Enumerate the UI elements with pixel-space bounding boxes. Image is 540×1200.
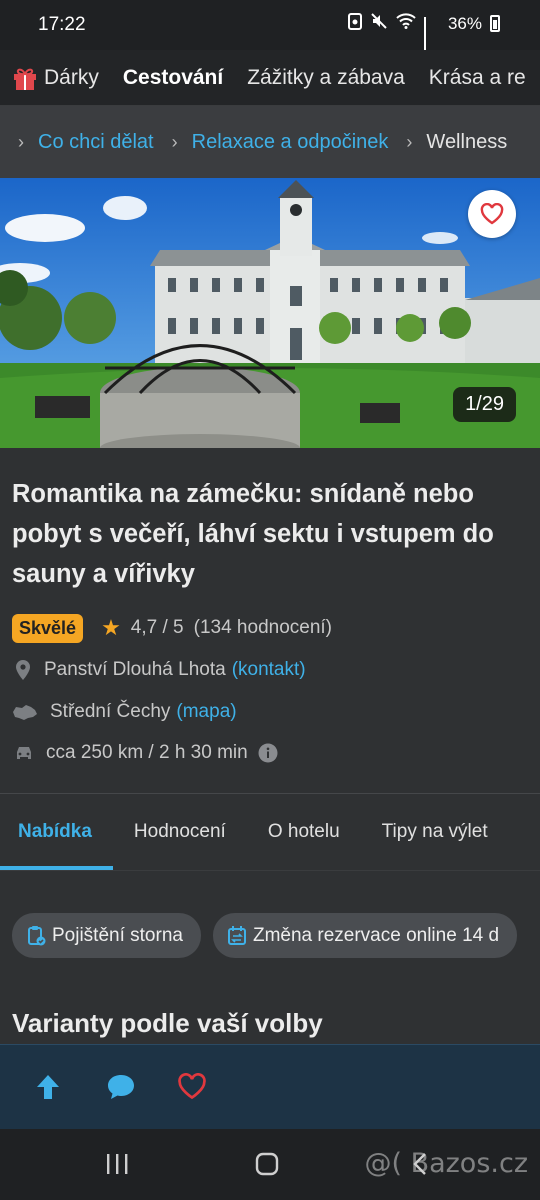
breadcrumb: › Co chci dělat › Relaxace a odpočinek ›… (0, 106, 540, 178)
chevron-right-icon: › (171, 131, 178, 152)
czech-map-icon (13, 705, 37, 720)
tab-nabidka[interactable]: Nabídka (0, 794, 113, 870)
favorite-button[interactable] (468, 190, 516, 238)
favorites-button[interactable] (177, 1073, 207, 1105)
home-icon (255, 1152, 279, 1176)
bottom-action-bar (0, 1044, 540, 1129)
quality-badge: Skvělé (12, 613, 84, 643)
rating-row: Skvělé ★ 4,7 / 5 (134 hodnocení) (12, 613, 332, 643)
mute-icon (370, 12, 388, 35)
wifi-icon (396, 13, 416, 34)
battery-icon (490, 15, 500, 32)
gallery-counter: 1/29 (453, 387, 516, 422)
distance-text: cca 250 km / 2 h 30 min (46, 742, 248, 763)
chip-label: Změna rezervace online 14 d (252, 924, 500, 946)
offer-title: Romantika na zámečku: snídaně nebo pobyt… (12, 480, 494, 588)
category-krasa[interactable]: Krása a re (417, 66, 538, 90)
status-time: 17:22 (38, 14, 86, 35)
chip-online-change[interactable]: Změna rezervace online 14 d (212, 913, 518, 958)
heart-icon (178, 1073, 206, 1100)
info-icon[interactable] (258, 743, 278, 763)
tab-tipy-na-vylet[interactable]: Tipy na výlet (361, 794, 509, 870)
watermark: @( Bazos.cz (364, 1148, 528, 1179)
insurance-icon (28, 925, 46, 945)
star-icon: ★ (101, 615, 121, 640)
chat-button[interactable] (106, 1073, 136, 1106)
tabs-divider (0, 870, 540, 871)
recycle-icon (347, 12, 362, 35)
region-name: Střední Čechy (50, 701, 171, 722)
chat-bubble-icon (108, 1075, 134, 1099)
tab-hodnoceni[interactable]: Hodnocení (113, 794, 247, 870)
signal-icon (423, 16, 440, 52)
category-zazitky[interactable]: Zážitky a zábava (235, 66, 417, 90)
status-icons: 36% (347, 12, 500, 52)
region-row: Střední Čechy (mapa) (12, 698, 237, 726)
tab-o-hotelu[interactable]: O hotelu (247, 794, 361, 870)
map-link[interactable]: (mapa) (176, 701, 236, 723)
category-label: Dárky (44, 65, 99, 89)
variants-heading: Varianty podle vaší volby (12, 1008, 323, 1038)
location-row: Panství Dlouhá Lhota (kontakt) (14, 656, 306, 684)
scroll-top-button[interactable] (35, 1073, 61, 1106)
car-icon (17, 747, 31, 759)
calendar-change-icon (227, 925, 246, 945)
feature-chips: Pojištění storna Změna rezervace online … (12, 913, 518, 958)
category-nav: Dárky Cestování Zážitky a zábava Krása a… (0, 50, 540, 106)
chevron-right-icon: › (18, 131, 24, 152)
battery-percent: 36% (447, 13, 482, 33)
recent-apps-button[interactable] (104, 1151, 130, 1182)
breadcrumb-link-co-chci-delat[interactable]: Co chci dělat (38, 131, 154, 154)
gift-icon (14, 68, 36, 90)
breadcrumb-current: Wellness (426, 130, 508, 153)
contact-link[interactable]: (kontakt) (232, 659, 306, 681)
distance-row: cca 250 km / 2 h 30 min (14, 739, 290, 767)
arrow-up-icon (37, 1075, 59, 1099)
location-pin-icon (16, 660, 30, 680)
offer-tabs: Nabídka Hodnocení O hotelu Tipy na výlet (0, 794, 540, 870)
chip-cancellation-insurance[interactable]: Pojištění storna (12, 913, 201, 958)
location-name: Panství Dlouhá Lhota (44, 659, 226, 680)
rating-score: 4,7 / 5 (130, 617, 184, 638)
category-darky[interactable]: Dárky (0, 65, 99, 91)
recent-apps-icon (107, 1154, 128, 1174)
heart-icon (480, 203, 504, 225)
chevron-right-icon: › (406, 131, 413, 152)
category-cestovani[interactable]: Cestování (99, 66, 235, 90)
status-bar: 17:22 36% (0, 0, 540, 52)
breadcrumb-link-relaxace[interactable]: Relaxace a odpočinek (192, 131, 389, 154)
review-count[interactable]: (134 hodnocení) (194, 617, 332, 639)
chip-label: Pojištění storna (52, 924, 183, 946)
home-button[interactable] (254, 1151, 280, 1182)
hero-gallery[interactable]: 1/29 (0, 178, 540, 448)
